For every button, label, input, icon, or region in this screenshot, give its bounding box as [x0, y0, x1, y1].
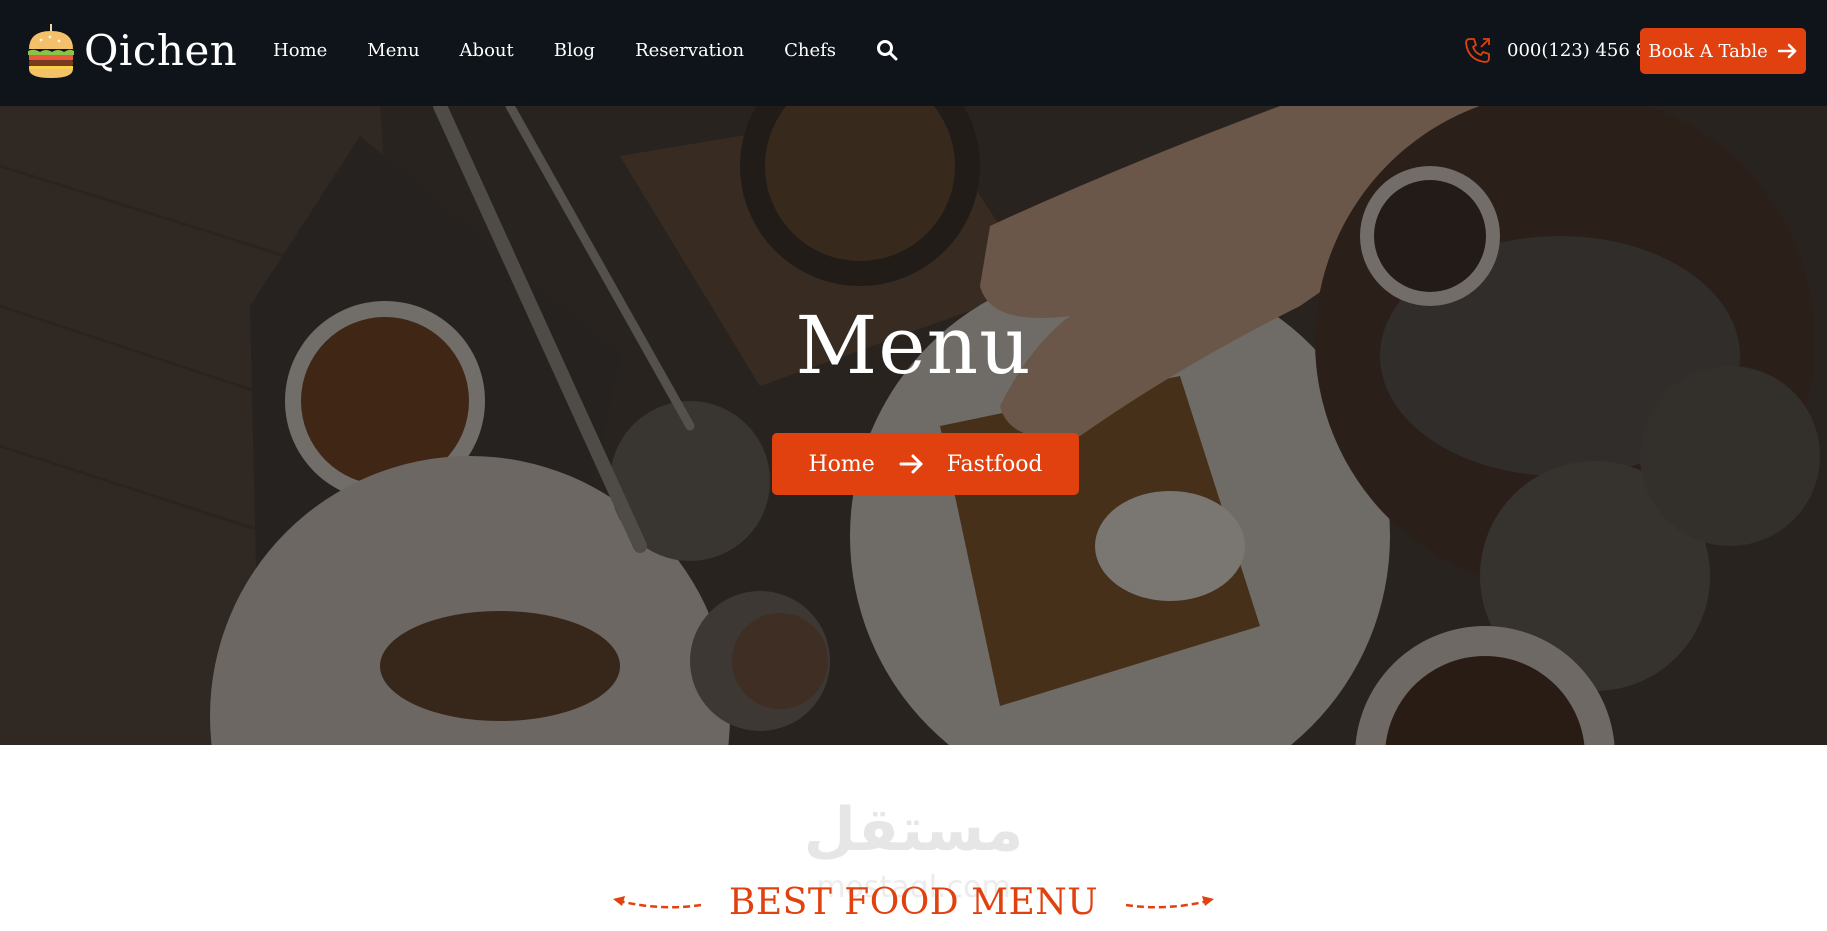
nav-item-about[interactable]: About — [460, 40, 514, 61]
nav-item-blog[interactable]: Blog — [554, 40, 595, 61]
brand-name: Qichen — [84, 26, 238, 75]
page-title: Menu — [795, 299, 1032, 392]
section-subtitle: BEST FOOD MENU — [728, 882, 1099, 923]
menu-section: مستقل mostaql.com BEST FOOD MENU — [0, 745, 1827, 931]
arrow-right-icon — [1777, 43, 1797, 59]
phone-number: 000(123) 456 89 — [1507, 39, 1659, 61]
search-icon[interactable] — [875, 38, 899, 62]
logo[interactable]: Qichen — [26, 22, 237, 80]
breadcrumb-home-link[interactable]: Home — [808, 452, 874, 477]
phone-icon — [1465, 38, 1490, 63]
nav-item-chefs[interactable]: Chefs — [784, 40, 836, 61]
nav-item-home[interactable]: Home — [273, 40, 327, 61]
book-table-label: Book A Table — [1648, 40, 1768, 62]
nav-item-menu[interactable]: Menu — [367, 40, 419, 61]
breadcrumb: Home Fastfood — [772, 433, 1079, 495]
arrow-right-icon — [899, 453, 925, 475]
hero-background-image — [0, 106, 1827, 745]
top-navbar: Qichen Home Menu About Blog Reservation … — [0, 0, 1827, 106]
watermark-logo: مستقل — [803, 795, 1024, 865]
breadcrumb-current: Fastfood — [946, 451, 1043, 477]
decorative-arrow-left-icon — [612, 895, 702, 908]
section-subtitle-row: BEST FOOD MENU — [0, 882, 1827, 923]
nav-item-reservation[interactable]: Reservation — [635, 40, 744, 61]
phone-contact[interactable]: 000(123) 456 89 — [1463, 35, 1658, 65]
hero-banner: Menu Home Fastfood — [0, 106, 1827, 745]
decorative-arrow-right-icon — [1125, 895, 1215, 908]
burger-logo-icon — [28, 24, 74, 78]
book-table-button[interactable]: Book A Table — [1640, 28, 1806, 74]
main-nav: Home Menu About Blog Reservation Chefs — [273, 0, 899, 100]
